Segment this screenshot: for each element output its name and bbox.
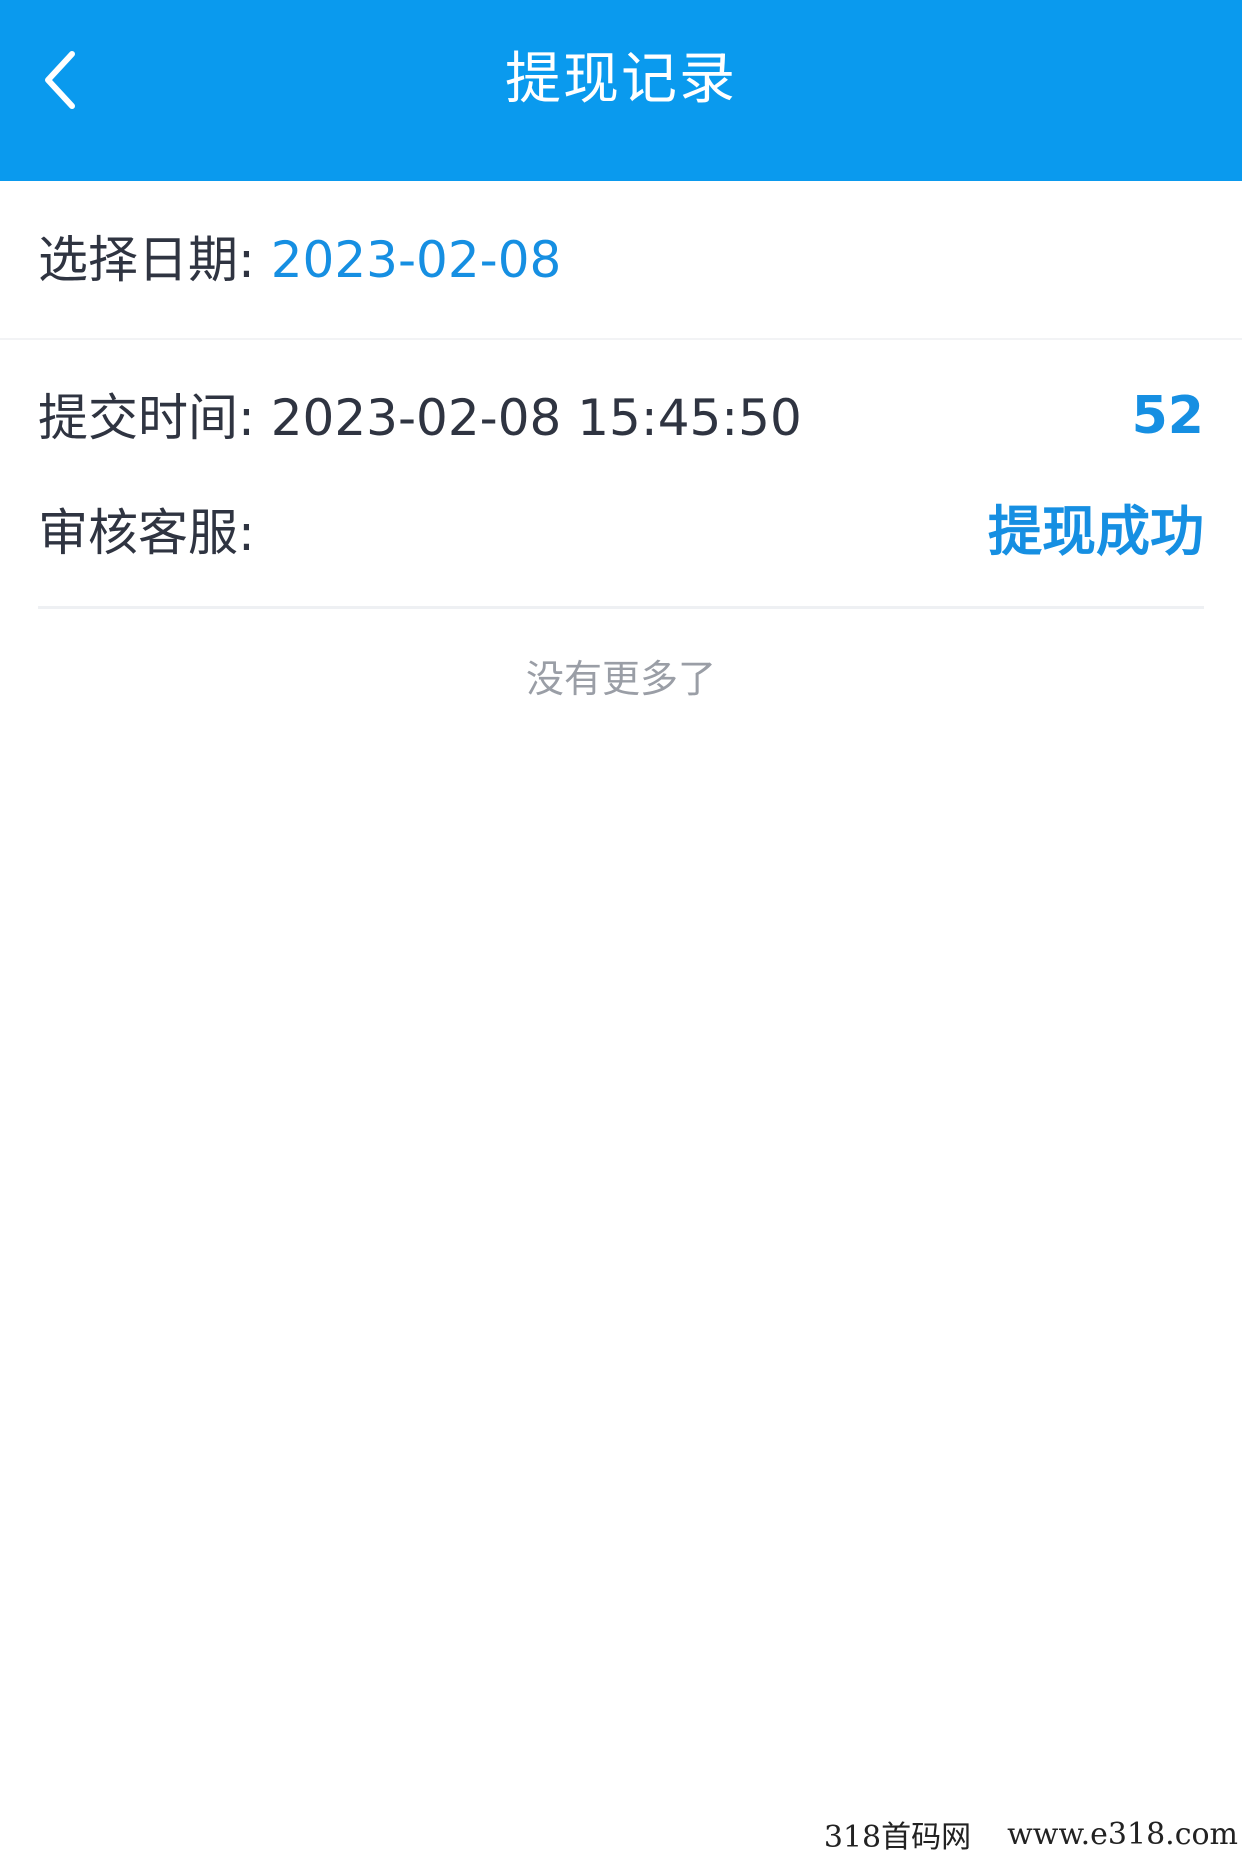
list-end-text: 没有更多了 xyxy=(525,657,716,701)
withdrawal-records-page: 提现记录 选择日期: 2023-02-08 提交时间: 2023-02-08 1… xyxy=(0,0,1242,1856)
date-selector-value[interactable]: 2023-02-08 xyxy=(271,231,562,289)
withdrawal-record-item: 提交时间: 2023-02-08 15:45:50 52 审核客服: 提现成功 xyxy=(38,340,1204,609)
submit-time-value: 2023-02-08 15:45:50 xyxy=(270,389,802,447)
reviewer-label: 审核客服: xyxy=(38,504,255,562)
date-selector[interactable]: 选择日期: 2023-02-08 xyxy=(0,181,1242,340)
page-title: 提现记录 xyxy=(505,47,737,112)
withdrawal-status: 提现成功 xyxy=(988,500,1204,563)
header-bar: 提现记录 xyxy=(0,0,1242,181)
watermark-site-name: 318首码网 xyxy=(823,1820,972,1855)
date-selector-text: 选择日期: 2023-02-08 xyxy=(38,225,561,295)
watermark: 318首码网 www.e318.com xyxy=(823,1812,1242,1856)
watermark-url: www.e318.com xyxy=(1007,1816,1238,1852)
withdrawal-amount: 52 xyxy=(1131,386,1204,446)
submit-time-text: 提交时间: 2023-02-08 15:45:50 xyxy=(38,383,802,453)
date-selector-label: 选择日期: xyxy=(38,231,271,289)
submit-time-label: 提交时间: xyxy=(38,389,271,447)
